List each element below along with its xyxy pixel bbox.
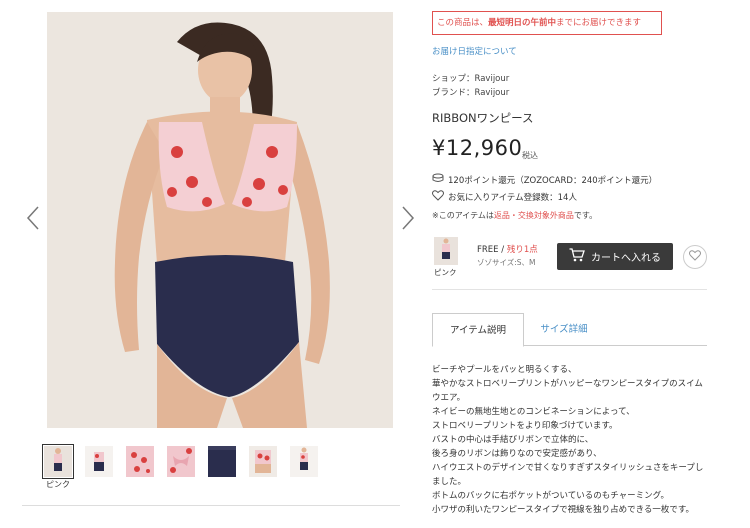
previous-image-arrow-icon[interactable] [26, 205, 40, 231]
favorite-count-row: お気に入りアイテム登録数：14人 [432, 190, 577, 204]
shop-name[interactable]: ショップ：Ravijour [432, 72, 509, 84]
product-title: RIBBONワンピース [432, 111, 534, 125]
sku-color-label: ピンク [434, 268, 457, 277]
stock-status: 残り1点 [506, 245, 538, 255]
sku-size: FREE [477, 245, 499, 255]
brand-name[interactable]: ブランド：Ravijour [432, 86, 509, 98]
points-coin-icon [432, 173, 444, 186]
description-line: ハイウエストのデザインで甘くなりすぎずスタイリッシュさをキープしました。 [432, 463, 704, 487]
description-line: ビーチやプールをパッと明るくする、 [432, 365, 577, 375]
favorite-button[interactable] [683, 245, 707, 269]
add-to-cart-label: カートへ入れる [591, 253, 661, 264]
description-line: 後ろ身のリボンは飾りなので安定感があり、 [432, 449, 602, 459]
main-product-photo[interactable] [47, 12, 393, 428]
return-note-prefix: ※このアイテムは [432, 211, 494, 220]
heart-outline-icon [689, 250, 701, 264]
thumbnail-3[interactable] [126, 446, 154, 477]
zozo-size: ゾゾサイズ:S、M [477, 258, 536, 267]
notice-emphasis: 最短明日の午前中 [488, 18, 557, 28]
next-image-arrow-icon[interactable] [401, 205, 415, 231]
sku-color-thumbnail[interactable] [434, 237, 458, 265]
thumbnail-6[interactable] [249, 446, 277, 477]
thumbnail-4[interactable] [167, 446, 195, 477]
cart-icon [569, 248, 585, 265]
thumbnail-2[interactable] [85, 446, 113, 477]
return-note-suffix: です。 [573, 211, 598, 220]
thumbnail-5[interactable] [208, 446, 236, 477]
sku-row: ピンク FREE / 残り1点 ゾゾサイズ:S、M カートへ入れる [432, 236, 742, 280]
tab-size-details[interactable]: サイズ詳細 [530, 313, 598, 346]
thumbnail-strip [42, 444, 318, 479]
item-description: ビーチやプールをパッと明るくする、 華やかなストロベリープリントがハッピーなワン… [432, 363, 710, 517]
add-to-cart-button[interactable]: カートへ入れる [557, 243, 673, 270]
sku-size-stock: FREE / 残り1点 [477, 243, 538, 255]
heart-icon [432, 190, 444, 204]
return-note-emphasis[interactable]: 返品・交換対象外商品 [494, 211, 574, 220]
description-line: 小ワザの利いたワンピースタイプで視線を独り占めできる一枚です。 [432, 505, 695, 515]
tab-item-description[interactable]: アイテム説明 [432, 313, 524, 347]
delivery-date-link[interactable]: お届け日指定について [432, 45, 517, 57]
thumbnail-1[interactable] [42, 444, 74, 479]
delivery-notice: この商品は、最短明日の午前中までにお届けできます [432, 11, 662, 35]
points-row: 120ポイント還元（ZOZOCARD：240ポイント還元） [432, 173, 657, 186]
points-text: 120ポイント還元（ZOZOCARD：240ポイント還元） [448, 175, 658, 186]
notice-suffix: までにお届けできます [556, 18, 642, 28]
favorite-count-text: お気に入りアイテム登録数：14人 [448, 193, 577, 203]
thumbnail-caption: ピンク [46, 480, 70, 489]
product-price: ¥12,960 [432, 136, 523, 160]
tax-label: 税込 [522, 151, 538, 160]
thumbnail-7[interactable] [290, 446, 318, 477]
gallery-divider [22, 505, 400, 506]
section-divider [432, 289, 707, 290]
sku-separator: / [498, 245, 507, 255]
notice-prefix: この商品は、 [437, 18, 489, 28]
description-line: ストロベリープリントをより印象づけています。 [432, 421, 618, 431]
description-line: バストの中心は手結びリボンで立体的に、 [432, 435, 594, 445]
description-line: 華やかなストロベリープリントがハッピーなワンピースタイプのスイムウエア。 [432, 379, 703, 403]
description-line: ネイビーの無地生地とのコンビネーションによって、 [432, 407, 635, 417]
return-policy-note: ※このアイテムは返品・交換対象外商品です。 [432, 210, 597, 221]
product-gallery: ピンク [0, 0, 420, 528]
description-line: ボトムのバックに右ポケットがついているのもチャーミング。 [432, 491, 669, 501]
detail-tabs: アイテム説明 サイズ詳細 [432, 313, 707, 347]
